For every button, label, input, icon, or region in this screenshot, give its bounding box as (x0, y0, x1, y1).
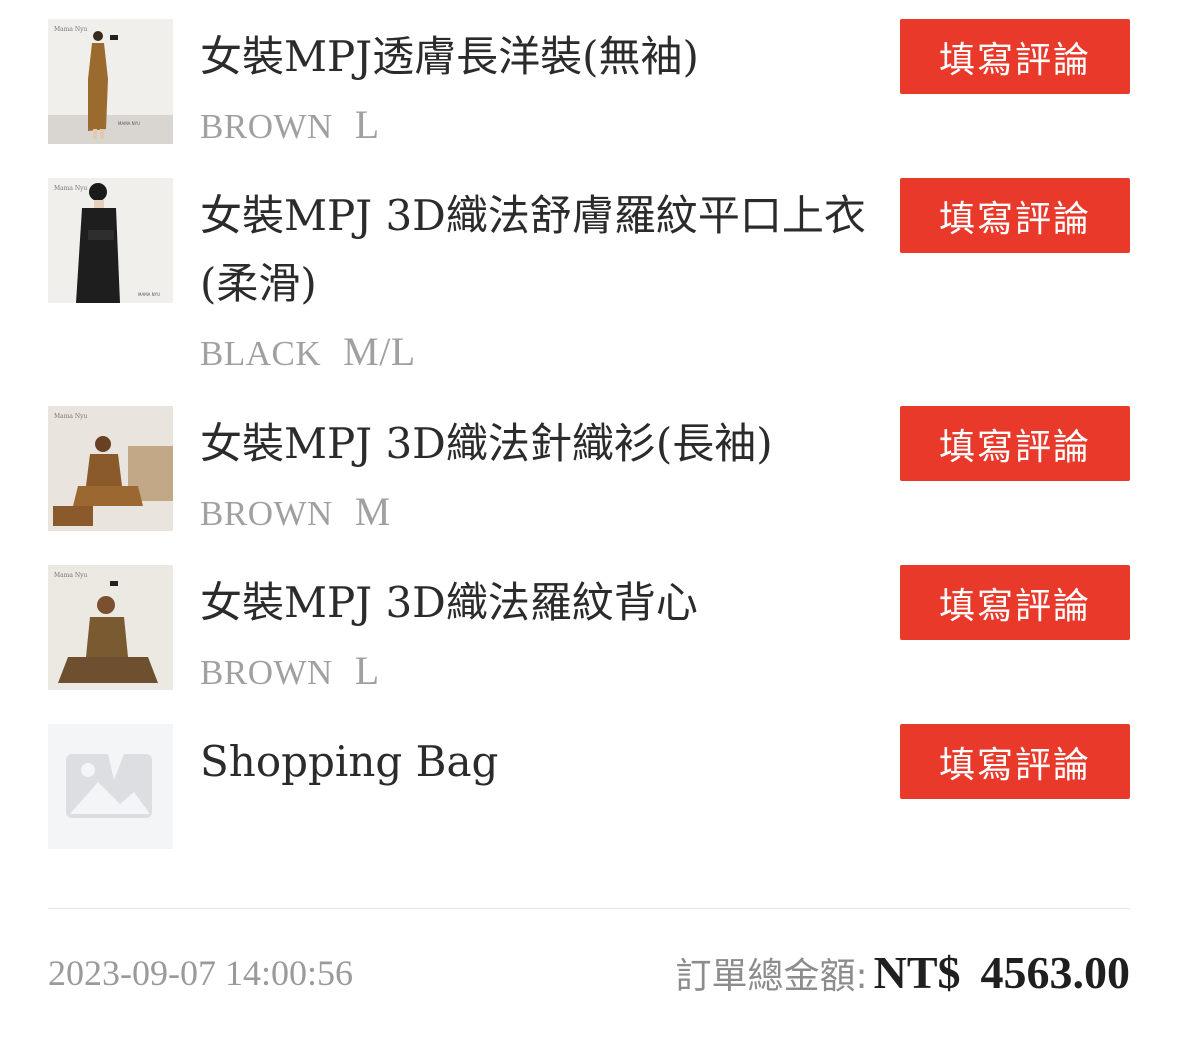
product-name: 女裝MPJ 3D織法針織衫(長袖) (200, 419, 773, 468)
product-variant: BROWN L (200, 647, 380, 694)
total-value: NT$ 4563.00 (874, 946, 1130, 999)
product-thumbnail[interactable] (48, 724, 173, 849)
order-item: Mama Nyu 女裝MPJ 3D織法羅紋背心 BROWN L 填寫評論 (48, 565, 1130, 694)
write-review-button[interactable]: 填寫評論 (900, 565, 1130, 640)
product-variant: BLACK M/L (200, 328, 416, 375)
write-review-button[interactable]: 填寫評論 (900, 724, 1130, 799)
write-review-button[interactable]: 填寫評論 (900, 19, 1130, 94)
svg-text:Mama Nyu: Mama Nyu (54, 26, 88, 33)
svg-text:Mama Nyu: Mama Nyu (54, 413, 88, 420)
product-thumbnail[interactable]: Mama Nyu MAMA NYU (48, 19, 173, 144)
product-name: 女裝MPJ 3D織法舒膚羅紋平口上衣(柔滑) (200, 191, 866, 308)
order-item: Mama Nyu MAMA NYU 女裝MPJ透膚長洋裝(無袖) BROWN L … (48, 19, 1130, 148)
write-review-button[interactable]: 填寫評論 (900, 406, 1130, 481)
order-total: 訂單總金額: NT$ 4563.00 (675, 946, 1130, 999)
product-name: 女裝MPJ透膚長洋裝(無袖) (200, 32, 699, 81)
svg-text:MAMA NYU: MAMA NYU (118, 121, 140, 126)
variant-color: BROWN (200, 653, 333, 692)
product-thumbnail[interactable]: Mama Nyu MAMA NYU (48, 178, 173, 303)
model-photo-icon: Mama Nyu MAMA NYU (48, 19, 173, 144)
total-label: 訂單總金額: (675, 956, 868, 997)
svg-text:MAMA NYU: MAMA NYU (138, 292, 160, 297)
product-thumbnail[interactable]: Mama Nyu (48, 406, 173, 531)
model-photo-icon: Mama Nyu (48, 565, 173, 690)
product-name: 女裝MPJ 3D織法羅紋背心 (200, 578, 698, 627)
product-variant: BROWN M (200, 488, 391, 535)
variant-color: BLACK (200, 334, 322, 373)
variant-size: L (354, 648, 380, 693)
model-photo-icon: Mama Nyu MAMA NYU (48, 178, 173, 303)
order-item: Mama Nyu MAMA NYU 女裝MPJ 3D織法舒膚羅紋平口上衣(柔滑)… (48, 178, 1130, 378)
variant-color: BROWN (200, 107, 333, 146)
svg-text:Mama Nyu: Mama Nyu (54, 572, 88, 579)
total-amount: 4563.00 (980, 947, 1131, 998)
divider (48, 908, 1130, 909)
order-item: Shopping Bag 填寫評論 (48, 724, 1130, 850)
image-placeholder-icon (48, 724, 173, 849)
variant-size: M (354, 489, 391, 534)
variant-size: M/L (343, 329, 416, 374)
variant-size: L (354, 102, 380, 147)
svg-text:Mama Nyu: Mama Nyu (54, 185, 88, 192)
product-name: Shopping Bag (200, 737, 499, 786)
order-item: Mama Nyu 女裝MPJ 3D織法針織衫(長袖) BROWN M 填寫評論 (48, 406, 1130, 535)
variant-color: BROWN (200, 494, 333, 533)
model-photo-icon: Mama Nyu (48, 406, 173, 531)
product-thumbnail[interactable]: Mama Nyu (48, 565, 173, 690)
write-review-button[interactable]: 填寫評論 (900, 178, 1130, 253)
currency: NT$ (873, 947, 961, 998)
product-variant: BROWN L (200, 101, 380, 148)
order-detail: Mama Nyu MAMA NYU 女裝MPJ透膚長洋裝(無袖) BROWN L … (0, 0, 1179, 1040)
order-datetime: 2023-09-07 14:00:56 (48, 953, 353, 993)
